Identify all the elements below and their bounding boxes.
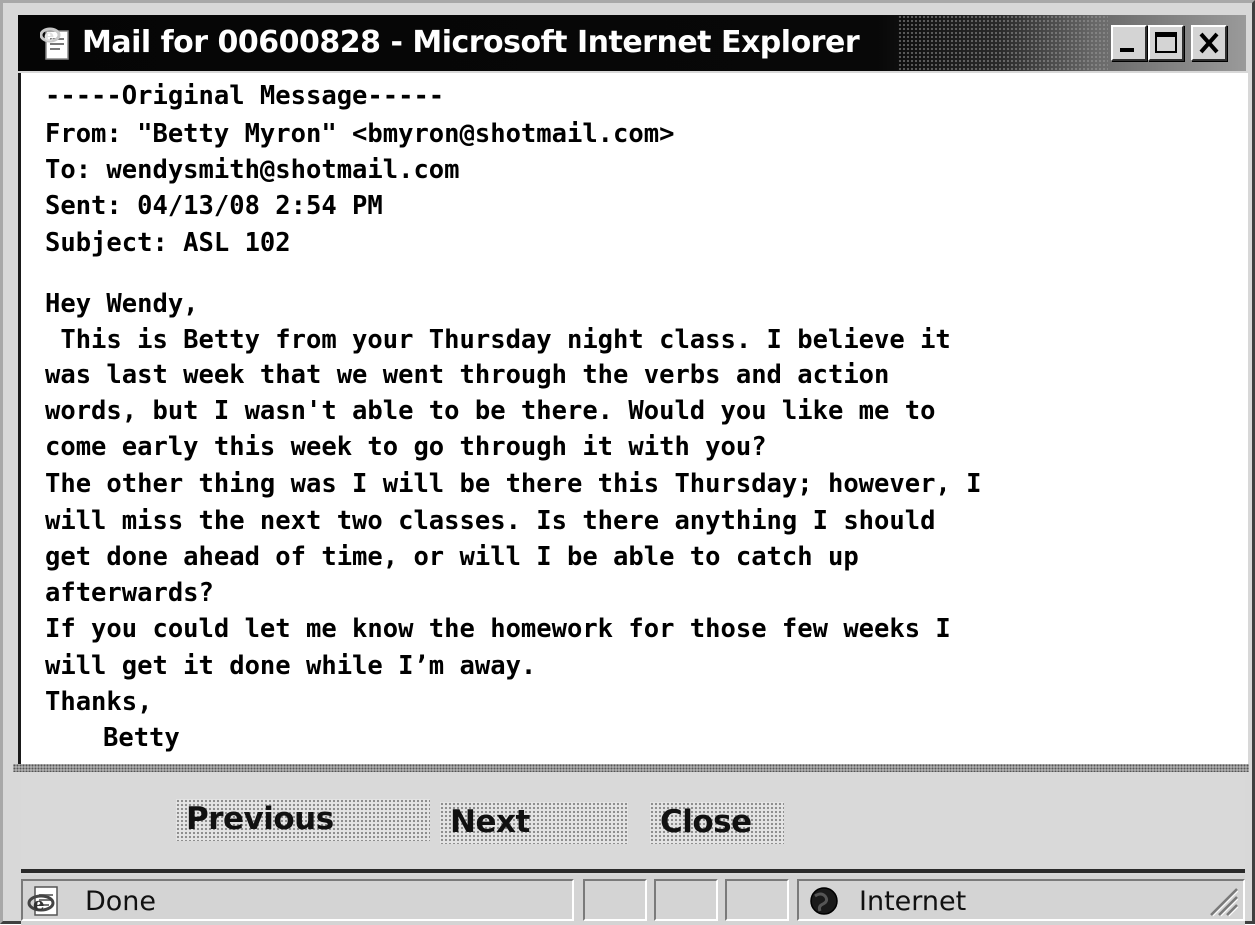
status-cell [654,879,718,921]
body-line: afterwards? [45,578,214,608]
original-message-rule: -----Original Message----- [45,81,445,111]
status-cell [725,879,789,921]
sent-line: Sent: 04/13/08 2:54 PM [45,191,383,221]
greeting: Hey Wendy, [45,289,199,319]
close-window-button[interactable] [1191,25,1227,61]
ie-page-icon: e [27,883,65,919]
status-cell [583,879,647,921]
svg-text:e: e [44,26,54,45]
body-line: If you could let me know the homework fo… [45,614,951,644]
minimize-icon [1120,48,1134,52]
body-line: will get it done while I’m away. [45,651,537,681]
close-button[interactable]: Close [650,802,798,858]
to-line: To: wendysmith@shotmail.com [45,155,460,185]
body-line: The other thing was I will be there this… [45,469,982,499]
close-icon [1199,32,1219,54]
closing-line: Thanks, [45,687,153,717]
body-line: This is Betty from your Thursday night c… [45,325,951,355]
status-bar: e Done Internet [21,875,1245,925]
body-line: will miss the next two classes. Is there… [45,506,936,536]
message-pane[interactable]: -----Original Message----- From: "Betty … [18,73,1248,765]
panel-divider [13,764,1249,772]
svg-text:e: e [33,894,44,915]
security-zone-panel[interactable]: Internet [797,879,1245,921]
body-line: come early this week to go through it wi… [45,432,767,462]
title-bar[interactable]: e Mail for 00600828 - Microsoft Internet… [18,15,1246,71]
status-panel: e Done [21,879,574,921]
status-text: Done [85,886,157,917]
window-title: Mail for 00600828 - Microsoft Internet E… [82,25,860,60]
previous-button[interactable]: Previous [176,799,444,855]
signature-line: Betty [103,723,180,753]
zone-label: Internet [859,886,967,917]
browser-window: e Mail for 00600828 - Microsoft Internet… [0,0,1255,925]
body-line: was last week that we went through the v… [45,360,890,390]
subject-line: Subject: ASL 102 [45,228,291,258]
maximize-button[interactable] [1148,25,1184,61]
body-line: words, but I wasn't able to be there. Wo… [45,396,936,426]
globe-icon [809,886,839,916]
minimize-button[interactable] [1111,25,1147,61]
resize-grip-icon[interactable] [1205,883,1239,917]
from-line: From: "Betty Myron" <bmyron@shotmail.com… [45,119,675,149]
ie-page-icon: e [39,25,74,61]
next-button[interactable]: Next [440,802,642,858]
maximize-icon [1155,32,1177,53]
body-line: get done ahead of time, or will I be abl… [45,542,859,572]
